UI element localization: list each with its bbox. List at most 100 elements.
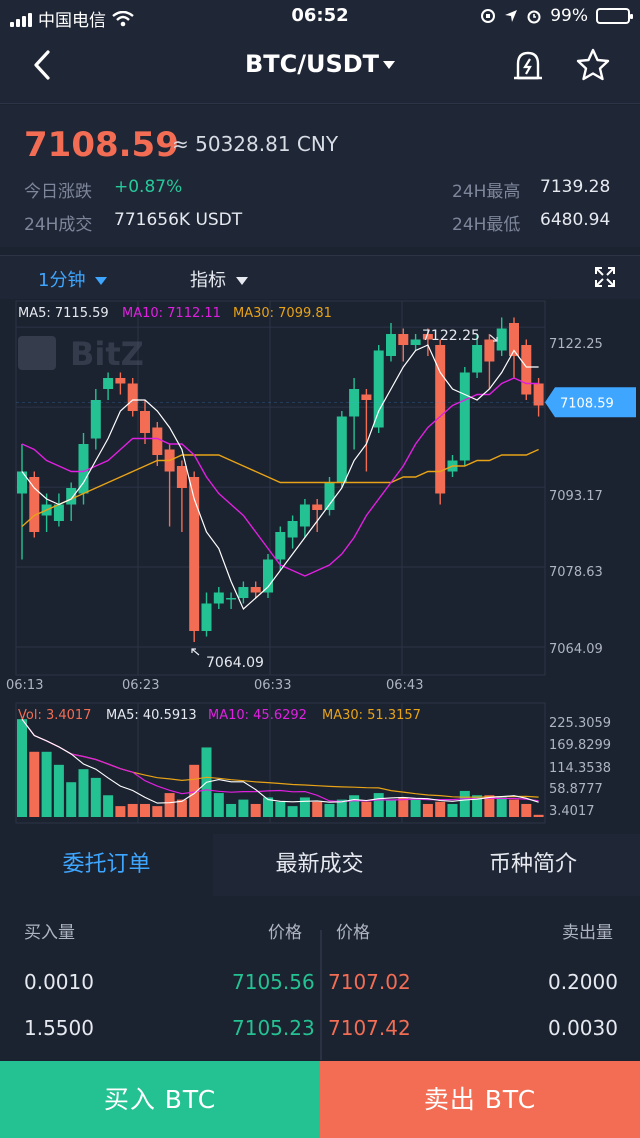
alert-bell-icon <box>514 51 542 80</box>
candle-body <box>361 394 372 400</box>
candle-body <box>213 592 224 604</box>
volume-bar <box>103 795 114 817</box>
candle-body <box>90 400 101 439</box>
change-value: +0.87% <box>114 177 183 197</box>
chevron-down-icon <box>95 277 108 285</box>
sell-qty-cell[interactable]: 0.2000 <box>548 970 618 994</box>
favorite-button[interactable] <box>574 46 612 84</box>
indicator-selector[interactable]: 指标 <box>190 266 248 292</box>
kline-chart[interactable]: BitZ MA5: 7115.59 MA10: 7112.11 MA30: 7099… <box>0 299 640 834</box>
sell-button[interactable]: 卖出 BTC <box>320 1061 640 1138</box>
candle-body <box>201 603 212 631</box>
time-axis-label: 06:13 <box>6 678 43 693</box>
volume-value: 771656K USDT <box>114 210 243 230</box>
volume-bar <box>521 803 532 817</box>
candle-body <box>152 427 163 455</box>
volume-bar <box>78 769 89 817</box>
candle-body <box>336 416 347 483</box>
volume-bar <box>435 801 446 817</box>
volume-axis-label: 169.8299 <box>549 738 611 753</box>
tab-orders[interactable]: 委托订单 <box>0 834 213 896</box>
volume-axis-label: 114.3538 <box>549 761 611 776</box>
buy-qty-cell[interactable]: 1.5500 <box>24 1016 94 1040</box>
candle-body <box>398 334 409 345</box>
high-value: 7139.28 <box>540 177 611 197</box>
volume-bar <box>53 764 64 817</box>
last-price: 7108.59 <box>24 125 179 165</box>
kline-svg[interactable]: BitZ MA5: 7115.59 MA10: 7112.11 MA30: 7099… <box>0 299 640 834</box>
low-value: 6480.94 <box>540 210 611 230</box>
sell-qty-cell[interactable]: 0.0030 <box>548 1016 618 1040</box>
candle-body <box>127 383 138 411</box>
candle-body <box>78 444 89 494</box>
legend-vol-ma30: MA30: 51.3157 <box>322 708 421 723</box>
price-alert-button[interactable] <box>510 48 546 84</box>
volume-bar <box>447 803 458 817</box>
battery-icon <box>596 8 633 24</box>
nav-bar: BTC/USDT <box>0 34 640 104</box>
sell-price-cell[interactable]: 7107.02 <box>328 970 411 994</box>
volume-bar <box>398 797 409 817</box>
chevron-down-icon <box>383 61 396 69</box>
tab-coin-info[interactable]: 币种简介 <box>426 834 640 896</box>
buy-qty-header: 买入量 <box>24 923 75 943</box>
buy-button[interactable]: 买入 BTC <box>0 1061 320 1138</box>
volume-bar <box>299 797 310 817</box>
buy-price-cell[interactable]: 7105.23 <box>232 1016 315 1040</box>
candle-body <box>176 466 187 488</box>
volume-bar <box>361 801 372 817</box>
time-axis-label: 06:23 <box>122 678 159 693</box>
buy-price-cell[interactable]: 7105.56 <box>232 970 315 994</box>
candle-body <box>312 504 323 510</box>
price-axis-label: 7064.09 <box>549 642 603 657</box>
volume-bar <box>140 803 150 817</box>
candle-body <box>66 488 77 505</box>
order-tabs: 委托订单 最新成交 币种简介 <box>0 834 640 896</box>
volume-bar <box>164 793 175 817</box>
volume-bar <box>459 790 470 817</box>
candle-body <box>349 389 360 417</box>
buy-qty-cell[interactable]: 0.0010 <box>24 970 94 994</box>
legend-vol-ma5: MA5: 40.5913 <box>106 708 197 723</box>
tab-latest-trades[interactable]: 最新成交 <box>213 834 426 896</box>
volume-bar <box>41 751 52 817</box>
volume-bar <box>496 797 507 817</box>
volume-bar <box>509 799 519 817</box>
pair-title: BTC/USDT <box>244 50 380 78</box>
book-divider <box>320 930 322 1060</box>
fullscreen-button[interactable] <box>594 266 616 288</box>
candle-body <box>115 378 126 384</box>
time-axis-label: 06:33 <box>254 678 291 693</box>
volume-axis-label: 225.3059 <box>549 716 611 731</box>
volume-bar <box>410 799 421 817</box>
sell-price-cell[interactable]: 7107.42 <box>328 1016 411 1040</box>
volume-bar <box>152 806 163 817</box>
interval-selector[interactable]: 1分钟 <box>38 266 108 292</box>
volume-bar <box>115 806 126 817</box>
candle-body <box>373 350 384 428</box>
price-axis-label: 7122.25 <box>549 337 603 352</box>
volume-bar <box>287 806 298 817</box>
time-axis-label: 06:43 <box>386 678 423 693</box>
volume-bar <box>127 803 138 817</box>
chevron-down-icon <box>236 277 248 285</box>
interval-label: 1分钟 <box>38 270 86 291</box>
candle-body <box>521 345 532 395</box>
candle-body <box>250 587 261 593</box>
volume-bar <box>422 803 433 817</box>
watermark-text: BitZ <box>70 335 144 373</box>
indicator-label: 指标 <box>190 270 226 291</box>
order-book: 买入量 价格 价格 卖出量 0.0010 7105.56 7107.02 0.2… <box>0 896 640 1061</box>
candle-body <box>238 587 249 598</box>
battery-percent: 99% <box>550 6 588 26</box>
expand-icon <box>595 267 615 287</box>
change-label: 今日涨跌 <box>24 182 92 202</box>
ticker-summary: 7108.59 ≈ 50328.81 CNY 今日涨跌 +0.87% 24H成交… <box>0 105 640 247</box>
volume-label: 24H成交 <box>24 215 93 235</box>
candle-body <box>103 378 114 389</box>
legend-ma10: MA10: 7112.11 <box>122 306 221 321</box>
volume-bar <box>238 799 249 817</box>
sell-price-header: 价格 <box>336 923 370 943</box>
candle-body <box>324 482 335 510</box>
volume-bar <box>533 814 544 817</box>
